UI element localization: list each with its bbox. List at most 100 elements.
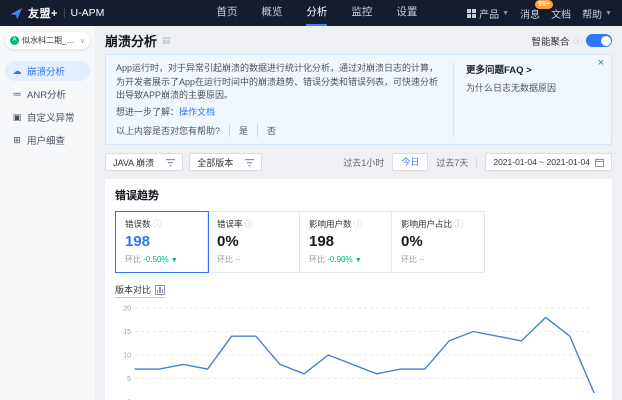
sidebar-item-crash-analysis[interactable]: ☁ 崩溃分析: [5, 61, 90, 81]
info-banner: App运行时，对于异常引起崩溃的数据进行统计化分析，通过对崩溃日志的计算，为开发…: [105, 54, 612, 145]
info-icon: ⓘ: [153, 219, 162, 229]
page-title: 崩溃分析: [105, 31, 157, 50]
sidebar-item-label: 用户细查: [27, 133, 65, 147]
sidebar-item-anr-analysis[interactable]: ≔ ANR分析: [5, 84, 90, 104]
stat-label: 影响用户占比 ⓘ: [401, 218, 475, 230]
trend-down-icon: ▼: [355, 257, 362, 264]
umeng-logo-icon: [10, 7, 23, 20]
stat-compare: 环比 --: [217, 254, 290, 265]
sidebar-item-user-detail[interactable]: ⊞ 用户细查: [5, 130, 90, 150]
svg-text:10: 10: [123, 353, 131, 360]
chevron-down-icon: ∨: [80, 37, 85, 45]
banner-main: App运行时，对于异常引起崩溃的数据进行统计化分析，通过对崩溃日志的计算，为开发…: [116, 62, 453, 137]
time-option-last-hour[interactable]: 过去1小时: [343, 156, 384, 169]
info-icon: ⓘ: [354, 219, 363, 229]
feedback-yes-button[interactable]: 是: [229, 124, 257, 137]
android-app-icon: A: [10, 36, 19, 45]
nav-monitoring[interactable]: 监控: [351, 0, 372, 26]
bar-chart-icon: [155, 285, 165, 295]
banner-faq: 更多问题FAQ > 为什么日志无数据原因: [453, 62, 601, 137]
info-icon[interactable]: ⓘ: [573, 35, 582, 47]
nav-home[interactable]: 首页: [216, 0, 237, 26]
info-icon: ⓘ: [454, 219, 463, 229]
docs-link[interactable]: 文档: [551, 6, 571, 21]
stat-card-affected-user-ratio[interactable]: 影响用户占比 ⓘ 0% 环比 --: [392, 212, 484, 272]
faq-title-link[interactable]: 更多问题FAQ >: [466, 62, 601, 76]
user-detail-icon: ⊞: [12, 135, 22, 146]
stat-compare: 环比 -0.90% ▼: [309, 254, 382, 265]
app-selector-dropdown[interactable]: A 似水科二期_Andr... ∨: [5, 32, 90, 49]
time-option-last-7-days[interactable]: 过去7天: [436, 156, 468, 169]
info-icon: ⓘ: [245, 219, 254, 229]
product-name: U-APM: [71, 7, 105, 19]
version-compare-label: 版本对比: [115, 283, 151, 296]
main-content: 崩溃分析 ▤ 智能聚合 ⓘ App运行时，对于异常引起崩溃的数据进行统计化分析，…: [95, 26, 622, 400]
trend-down-icon: ▼: [171, 257, 178, 264]
crash-analysis-icon: ☁: [12, 66, 22, 77]
stat-card-error-count[interactable]: 错误数 ⓘ 198 环比 -0.50% ▼: [116, 212, 208, 272]
docs-label: 文档: [551, 6, 571, 21]
nav-analysis[interactable]: 分析: [306, 0, 327, 26]
stat-label: 错误数 ⓘ: [125, 218, 198, 230]
stat-label: 影响用户数 ⓘ: [309, 218, 382, 230]
smart-aggregation-label: 智能聚合: [531, 34, 569, 48]
error-trend-line-chart[interactable]: 0510152000:0001:0002:0003:0004:0005:0006…: [115, 300, 602, 400]
sidebar-menu: ☁ 崩溃分析 ≔ ANR分析 ▣ 自定义异常 ⊞ 用户细查: [5, 61, 90, 150]
products-menu[interactable]: 产品 ▼: [467, 6, 509, 21]
section-title: 错误趋势: [115, 187, 602, 203]
topbar: 友盟+ | U-APM 首页 概览 分析 监控 设置 产品 ▼ 消息 99+ 文…: [0, 0, 622, 26]
close-icon[interactable]: ×: [598, 58, 604, 69]
stat-value: 0%: [217, 233, 290, 250]
faq-item-link[interactable]: 为什么日志无数据原因: [466, 81, 601, 94]
chevron-down-icon: ▼: [605, 10, 612, 17]
version-compare-button[interactable]: 版本对比: [115, 283, 165, 298]
help-label: 帮助: [582, 6, 602, 21]
custom-exception-icon: ▣: [12, 112, 22, 123]
title-guide-icon[interactable]: ▤: [162, 35, 171, 46]
sidebar-item-label: 崩溃分析: [27, 64, 65, 78]
time-option-today[interactable]: 今日: [392, 153, 428, 171]
date-range-value: 2021-01-04 ~ 2021-01-04: [493, 157, 590, 167]
nav-overview[interactable]: 概览: [261, 0, 282, 26]
crash-type-filter[interactable]: JAVA 崩溃: [105, 153, 183, 171]
error-trend-card: 错误趋势 错误数 ⓘ 198 环比 -0.50% ▼ 错误率 ⓘ 0% 环比 -…: [105, 179, 612, 400]
divider: [476, 156, 477, 168]
page-header: 崩溃分析 ▤ 智能聚合 ⓘ: [105, 31, 612, 50]
products-label: 产品: [479, 6, 499, 21]
sidebar-item-custom-exception[interactable]: ▣ 自定义异常: [5, 107, 90, 127]
version-filter[interactable]: 全部版本: [189, 153, 262, 171]
stat-value: 198: [125, 233, 198, 250]
help-link[interactable]: 帮助 ▼: [582, 6, 612, 21]
grid-icon: [467, 9, 476, 18]
svg-text:5: 5: [127, 376, 131, 383]
logo-text: 友盟+: [28, 5, 58, 21]
stat-compare: 环比 -0.50% ▼: [125, 254, 198, 265]
logo-separator: |: [63, 8, 66, 19]
logo-area[interactable]: 友盟+ | U-APM: [10, 5, 104, 21]
stat-card-affected-users[interactable]: 影响用户数 ⓘ 198 环比 -0.90% ▼: [300, 212, 392, 272]
sidebar-item-label: ANR分析: [27, 87, 66, 101]
chevron-down-icon: ▼: [502, 10, 509, 17]
stat-value: 0%: [401, 233, 475, 250]
stat-cards: 错误数 ⓘ 198 环比 -0.50% ▼ 错误率 ⓘ 0% 环比 -- 影响用…: [115, 211, 485, 273]
docs-link[interactable]: 操作文档: [179, 107, 215, 117]
filter-funnel-icon: [245, 158, 254, 167]
feedback-question: 以上内容是否对您有帮助?: [116, 124, 229, 137]
stat-value: 198: [309, 233, 382, 250]
banner-learn-more: 想进一步了解：操作文档: [116, 106, 441, 120]
stat-card-error-rate[interactable]: 错误率 ⓘ 0% 环比 --: [208, 212, 300, 272]
messages-link[interactable]: 消息 99+: [520, 6, 540, 21]
version-value: 全部版本: [197, 156, 233, 169]
anr-list-icon: ≔: [12, 89, 22, 100]
top-navigation: 首页 概览 分析 监控 设置: [216, 0, 417, 26]
stat-compare: 环比 --: [401, 254, 475, 265]
crash-type-value: JAVA 崩溃: [113, 156, 154, 169]
time-range-group: 过去1小时 今日 过去7天 2021-01-04 ~ 2021-01-04: [343, 153, 612, 171]
feedback-no-button[interactable]: 否: [257, 124, 285, 137]
nav-settings[interactable]: 设置: [396, 0, 417, 26]
svg-text:15: 15: [123, 329, 131, 336]
topbar-right: 产品 ▼ 消息 99+ 文档 帮助 ▼: [467, 6, 612, 21]
calendar-icon: [595, 158, 604, 167]
smart-aggregation-toggle[interactable]: [586, 34, 612, 47]
date-range-picker[interactable]: 2021-01-04 ~ 2021-01-04: [485, 153, 612, 171]
